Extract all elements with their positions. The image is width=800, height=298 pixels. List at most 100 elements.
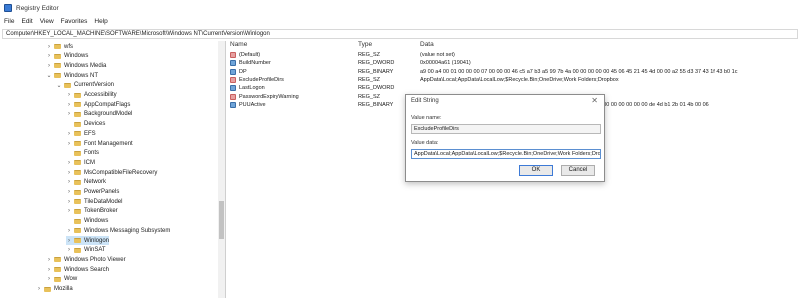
tree-item[interactable]: › wfs bbox=[46, 42, 73, 51]
chevron-right-icon[interactable]: › bbox=[66, 131, 72, 137]
tree-item[interactable]: › Accessibility bbox=[66, 91, 117, 100]
tree-item[interactable]: › Windows Photo Viewer bbox=[46, 255, 126, 264]
menu-view[interactable]: View bbox=[40, 18, 54, 25]
folder-icon bbox=[74, 218, 81, 224]
tree-item[interactable]: › Font Management bbox=[66, 139, 133, 148]
value-type: REG_DWORD bbox=[358, 85, 395, 92]
tree-item[interactable]: Windows bbox=[66, 217, 108, 226]
column-header-type[interactable]: Type bbox=[358, 41, 372, 51]
chevron-right-icon[interactable]: › bbox=[66, 238, 72, 244]
address-bar[interactable]: Computer\HKEY_LOCAL_MACHINE\SOFTWARE\Mic… bbox=[2, 29, 798, 39]
tree-item[interactable]: › Wow bbox=[46, 275, 77, 284]
tree-item[interactable]: › Windows Messaging Subsystem bbox=[66, 226, 170, 235]
dialog-title: Edit String bbox=[411, 98, 439, 104]
folder-icon bbox=[54, 53, 61, 59]
tree-item[interactable]: › Windows Search bbox=[46, 265, 109, 274]
chevron-right-icon[interactable]: › bbox=[66, 170, 72, 176]
chevron-right-icon[interactable]: › bbox=[66, 228, 72, 234]
ok-button[interactable]: OK bbox=[519, 165, 553, 176]
tree-item[interactable]: › TileDataModel bbox=[66, 197, 122, 206]
window-title: Registry Editor bbox=[16, 4, 59, 12]
chevron-down-icon[interactable]: ⌄ bbox=[56, 82, 62, 89]
chevron-right-icon[interactable]: › bbox=[46, 53, 52, 59]
chevron-right-icon[interactable]: › bbox=[66, 199, 72, 205]
chevron-right-icon[interactable]: › bbox=[46, 44, 52, 50]
chevron-right-icon[interactable]: › bbox=[66, 189, 72, 195]
menu-bar: File Edit View Favorites Help bbox=[0, 16, 115, 27]
tree-scrollbar-thumb[interactable] bbox=[219, 201, 224, 239]
tree-item[interactable]: › MsCompatibleFileRecovery bbox=[66, 168, 157, 177]
folder-icon bbox=[74, 121, 81, 127]
tree-item[interactable]: › Windows bbox=[46, 52, 88, 61]
registry-editor-icon bbox=[4, 4, 12, 12]
tree-item[interactable]: › Network bbox=[66, 178, 106, 187]
folder-icon bbox=[74, 150, 81, 156]
binary-value-icon bbox=[230, 68, 236, 75]
value-name: DP bbox=[239, 68, 247, 75]
chevron-right-icon[interactable]: › bbox=[66, 141, 72, 147]
folder-icon bbox=[64, 82, 71, 88]
column-header-data[interactable]: Data bbox=[420, 41, 434, 51]
value-name-field[interactable]: ExcludeProfileDirs bbox=[411, 124, 601, 134]
chevron-right-icon[interactable]: › bbox=[66, 160, 72, 166]
tree-item[interactable]: › Windows Media bbox=[46, 61, 106, 70]
tree-item[interactable]: ⌄ Windows NT bbox=[46, 71, 98, 80]
tree-item-label: CurrentVersion bbox=[74, 82, 115, 89]
chevron-right-icon[interactable]: › bbox=[46, 257, 52, 263]
chevron-right-icon[interactable]: › bbox=[66, 92, 72, 98]
chevron-right-icon[interactable]: › bbox=[66, 111, 72, 117]
value-row[interactable]: DP REG_BINARY a9 00 a4 00 01 00 00 00 07 0… bbox=[228, 68, 800, 77]
folder-icon bbox=[74, 92, 81, 98]
value-row[interactable]: BuildNumber REG_DWORD 0x00004a61 (19041) bbox=[228, 60, 800, 68]
folder-icon bbox=[74, 131, 81, 137]
tree-item[interactable]: Devices bbox=[66, 120, 105, 129]
value-data-field[interactable]: AppData\Local;AppData\LocalLow;$Recycle.… bbox=[411, 149, 601, 159]
chevron-down-icon[interactable]: ⌄ bbox=[46, 72, 52, 79]
chevron-right-icon[interactable]: › bbox=[66, 102, 72, 108]
menu-favorites[interactable]: Favorites bbox=[61, 18, 88, 25]
string-value-icon bbox=[230, 52, 236, 58]
cancel-button[interactable]: Cancel bbox=[561, 165, 595, 176]
tree-item[interactable]: › Winlogon bbox=[66, 236, 110, 245]
chevron-right-icon[interactable]: › bbox=[46, 276, 52, 282]
tree-item[interactable]: › ICM bbox=[66, 158, 95, 167]
chevron-right-icon[interactable]: › bbox=[36, 286, 42, 292]
tree-item[interactable]: › WinSAT bbox=[66, 246, 106, 255]
value-row[interactable]: (Default) REG_SZ (value not set) bbox=[228, 52, 800, 60]
value-type: REG_BINARY bbox=[358, 68, 394, 75]
tree-item[interactable]: › AppCompatFlags bbox=[66, 100, 130, 109]
value-type: REG_SZ bbox=[358, 76, 381, 83]
folder-icon bbox=[44, 286, 51, 292]
tree-item[interactable]: Fonts bbox=[66, 149, 99, 158]
tree-scrollbar[interactable] bbox=[218, 41, 225, 298]
menu-help[interactable]: Help bbox=[94, 18, 107, 25]
tree-item-label: wfs bbox=[64, 43, 73, 50]
binary-value-icon bbox=[230, 101, 236, 108]
column-header-name[interactable]: Name bbox=[230, 41, 247, 51]
chevron-right-icon[interactable]: › bbox=[46, 63, 52, 69]
tree-item[interactable]: › BackgroundModel bbox=[66, 110, 132, 119]
chevron-right-icon[interactable]: › bbox=[66, 247, 72, 253]
menu-file[interactable]: File bbox=[4, 18, 14, 25]
folder-icon bbox=[54, 44, 61, 49]
tree-item[interactable]: › EFS bbox=[66, 129, 96, 138]
binary-value-icon bbox=[230, 60, 236, 67]
chevron-right-icon[interactable]: › bbox=[66, 208, 72, 214]
tree-item[interactable]: › Mozilla bbox=[36, 285, 73, 294]
tree-item[interactable]: › PowerPanels bbox=[66, 188, 119, 197]
folder-icon bbox=[74, 111, 81, 117]
value-data: a9 00 a4 00 01 00 00 00 07 00 00 00 46 c… bbox=[420, 68, 738, 75]
value-row[interactable]: LastLogon REG_DWORD bbox=[228, 85, 800, 93]
tree-item-label: TileDataModel bbox=[84, 198, 123, 205]
menu-edit[interactable]: Edit bbox=[21, 18, 32, 25]
chevron-right-icon[interactable]: › bbox=[66, 179, 72, 185]
value-row[interactable]: ExcludeProfileDirs REG_SZ AppData\Local;Ap… bbox=[228, 76, 800, 85]
tree-item-label: Windows Messaging Subsystem bbox=[84, 227, 171, 234]
chevron-right-icon[interactable]: › bbox=[46, 267, 52, 273]
folder-icon bbox=[54, 73, 61, 79]
tree-item-label: TokenBroker bbox=[84, 208, 118, 215]
registry-key-tree: › wfs › Windows › Windows Media ⌄ Windows NT ⌄ Cu… bbox=[0, 41, 226, 298]
tree-item[interactable]: › TokenBroker bbox=[66, 207, 118, 216]
tree-item[interactable]: ⌄ CurrentVersion bbox=[56, 81, 114, 90]
close-icon[interactable]: ✕ bbox=[591, 96, 598, 105]
